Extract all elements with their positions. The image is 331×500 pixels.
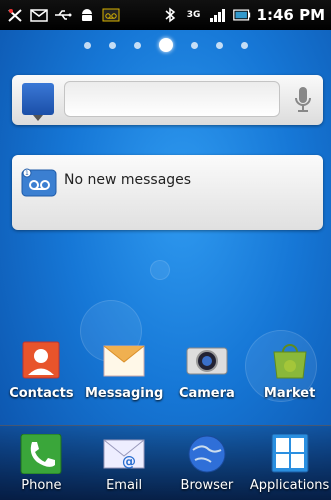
status-bar[interactable]: 3G 1:46 PM [0, 0, 331, 30]
voicemail-icon [102, 7, 120, 23]
voicemail-icon: 1 [20, 166, 58, 200]
microphone-icon[interactable] [293, 85, 313, 115]
svg-text:@: @ [122, 454, 136, 470]
app-label: Email [106, 478, 143, 493]
battery-icon [232, 7, 251, 23]
page-dot[interactable] [133, 41, 141, 49]
phone-shortcut[interactable]: Phone [1, 434, 81, 500]
android-debug-icon [78, 7, 96, 23]
market-icon [268, 340, 312, 380]
email-icon: @ [102, 434, 146, 474]
message-status-text: No new messages [64, 172, 192, 188]
wallpaper-bubble [150, 260, 170, 280]
applications-icon [268, 434, 312, 474]
app-label: Browser [180, 478, 234, 493]
voicemail-widget[interactable]: 1 No new messages [12, 155, 323, 230]
market-shortcut[interactable]: Market [250, 340, 330, 401]
page-dot[interactable] [190, 41, 198, 49]
page-dot[interactable] [215, 41, 223, 49]
app-label: Market [263, 386, 316, 401]
dock: Phone @ Email Browser Applications [0, 425, 331, 500]
email-shortcut[interactable]: @ Email [84, 434, 164, 500]
google-search-icon[interactable] [22, 83, 54, 121]
home-shortcuts: Contacts Messaging Camera Market [0, 340, 331, 401]
page-indicator[interactable] [0, 38, 331, 52]
messaging-icon [102, 340, 146, 380]
page-dot-active[interactable] [158, 38, 173, 52]
svg-text:1: 1 [25, 170, 29, 177]
app-label: Contacts [9, 386, 74, 401]
missed-call-icon [6, 7, 24, 23]
phone-icon [19, 434, 63, 474]
usb-icon [54, 7, 72, 23]
system-icons: 3G 1:46 PM [161, 6, 325, 24]
app-label: Applications [249, 478, 330, 493]
app-label: Camera [178, 386, 235, 401]
google-search-widget[interactable] [12, 75, 323, 125]
contacts-shortcut[interactable]: Contacts [1, 340, 81, 401]
browser-icon [185, 434, 229, 474]
app-label: Messaging [84, 386, 164, 401]
clock: 1:46 PM [256, 6, 325, 24]
search-input[interactable] [64, 81, 280, 117]
notification-icons [6, 7, 120, 23]
applications-launcher[interactable]: Applications [250, 434, 330, 500]
browser-shortcut[interactable]: Browser [167, 434, 247, 500]
page-dot[interactable] [83, 41, 91, 49]
camera-shortcut[interactable]: Camera [167, 340, 247, 401]
network-3g-icon: 3G [186, 10, 201, 20]
app-label: Phone [21, 478, 62, 493]
bluetooth-icon [161, 7, 179, 23]
messaging-shortcut[interactable]: Messaging [84, 340, 164, 401]
page-dot[interactable] [108, 41, 116, 49]
camera-icon [185, 340, 229, 380]
email-notification-icon [30, 7, 48, 23]
contacts-icon [19, 340, 63, 380]
signal-icon [209, 7, 227, 23]
page-dot[interactable] [240, 41, 248, 49]
